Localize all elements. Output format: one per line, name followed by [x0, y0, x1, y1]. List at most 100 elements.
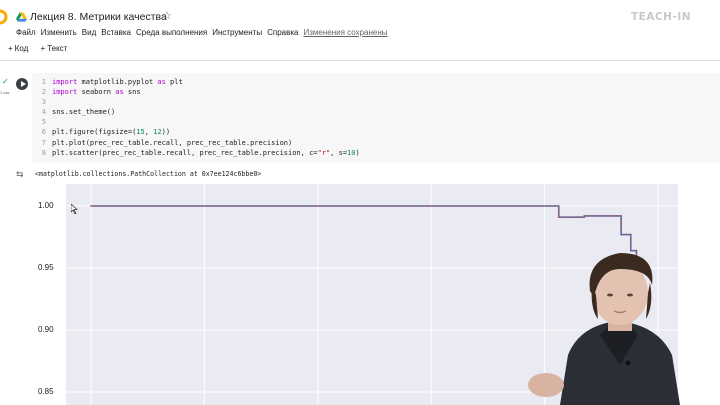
scatter-point [369, 205, 372, 207]
scatter-point [357, 205, 360, 207]
add-code-button[interactable]: + Код [8, 44, 28, 53]
scatter-point [509, 205, 512, 207]
menu-item[interactable]: Файл [16, 28, 36, 37]
scatter-point [274, 205, 276, 207]
scatter-point [562, 216, 564, 219]
scatter-point [186, 205, 188, 207]
header-divider [0, 60, 720, 61]
scatter-point [353, 205, 356, 207]
scatter-point [341, 205, 344, 207]
scatter-point [162, 205, 164, 207]
y-tick-label: 0.95 [38, 263, 54, 272]
scatter-point [521, 205, 524, 207]
scatter-point [574, 216, 577, 219]
run-cell-button[interactable] [16, 78, 28, 90]
scatter-point [365, 205, 368, 207]
code-token: plt.figure(figsize=( [52, 128, 137, 137]
scatter-point [620, 215, 623, 217]
scatter-point [620, 222, 623, 225]
scatter-point [501, 205, 504, 207]
code-lines[interactable]: 1 import matplotlib.pyplot as plt 2 import … [36, 78, 360, 159]
scatter-point [373, 205, 376, 207]
scatter-point [461, 205, 464, 207]
scatter-point [620, 229, 623, 232]
code-line: 4 sns.set_theme() [36, 108, 360, 118]
scatter-point [587, 215, 590, 217]
scatter-point [620, 233, 623, 236]
menu-item[interactable]: Справка [267, 28, 298, 37]
scatter-point [90, 205, 92, 207]
scatter-point [317, 205, 320, 207]
menu-item[interactable]: Инструменты [212, 28, 262, 37]
scatter-point [529, 205, 532, 207]
scatter-point [591, 215, 594, 217]
scatter-point [154, 205, 156, 207]
scatter-point [182, 205, 184, 207]
scatter-point [557, 212, 560, 215]
plus-icon: + [8, 44, 13, 53]
scatter-point [465, 205, 468, 207]
code-token: as [157, 78, 166, 86]
scatter-point [517, 205, 520, 207]
code-token: plt.scatter(prec_rec_table.recall, prec_… [52, 148, 318, 157]
scatter-point [126, 205, 128, 207]
scatter-point [579, 216, 581, 219]
scatter-point [397, 205, 400, 207]
scatter-point [210, 205, 212, 207]
scatter-point [290, 205, 292, 207]
menu-item[interactable]: Среда выполнения [136, 28, 207, 37]
menu-item[interactable]: Изменить [41, 28, 77, 37]
scatter-point [629, 233, 632, 236]
star-icon[interactable]: ☆ [162, 9, 172, 22]
cell-toolbar: + Код + Текст [8, 44, 77, 53]
scatter-point [381, 205, 384, 207]
code-line: 1 import matplotlib.pyplot as plt [36, 78, 360, 88]
scatter-point [620, 218, 623, 221]
colab-logo-icon[interactable] [0, 9, 8, 25]
scatter-point [417, 205, 420, 207]
scatter-point [489, 205, 492, 207]
scatter-point [625, 233, 627, 236]
save-status-link[interactable]: Изменения сохранены [303, 28, 387, 37]
menu-item[interactable]: Вид [82, 28, 96, 37]
scatter-point [294, 205, 296, 207]
line-number: 4 [41, 108, 46, 117]
scatter-point [166, 205, 168, 207]
scatter-point [309, 205, 312, 207]
scatter-point [557, 205, 560, 207]
webcam-overlay-image [528, 253, 680, 405]
scatter-point [226, 205, 228, 207]
scatter-point [178, 205, 180, 207]
scatter-point [254, 205, 256, 207]
line-number: 6 [41, 128, 46, 137]
output-menu-icon[interactable]: ⇆ [16, 169, 24, 180]
scatter-point [305, 205, 308, 207]
scatter-point [206, 205, 208, 207]
scatter-point [409, 205, 412, 207]
scatter-point [198, 205, 200, 207]
scatter-point [170, 205, 172, 207]
scatter-point [102, 205, 104, 207]
line-number: 5 [41, 118, 46, 127]
add-text-button[interactable]: + Текст [41, 44, 68, 53]
notebook-title[interactable]: Лекция 8. Метрики качества [30, 11, 167, 23]
scatter-point [150, 205, 152, 207]
scatter-point [218, 205, 220, 207]
scatter-point [595, 215, 598, 217]
code-token: , [144, 128, 154, 137]
scatter-point [401, 205, 404, 207]
scatter-point [258, 205, 260, 207]
scatter-point [329, 205, 332, 207]
y-tick-label: 0.85 [38, 387, 54, 396]
scatter-point [130, 205, 132, 207]
scatter-point [493, 205, 496, 207]
scatter-point [337, 205, 340, 207]
code-line: 6 plt.figure(figsize=(15, 12)) [36, 128, 360, 138]
scatter-point [425, 205, 428, 207]
menu-item[interactable]: Вставка [101, 28, 131, 37]
scatter-point [457, 205, 460, 207]
scatter-point [246, 205, 248, 207]
code-token: import [52, 88, 78, 97]
scatter-point [190, 205, 192, 207]
scatter-point [566, 216, 569, 219]
